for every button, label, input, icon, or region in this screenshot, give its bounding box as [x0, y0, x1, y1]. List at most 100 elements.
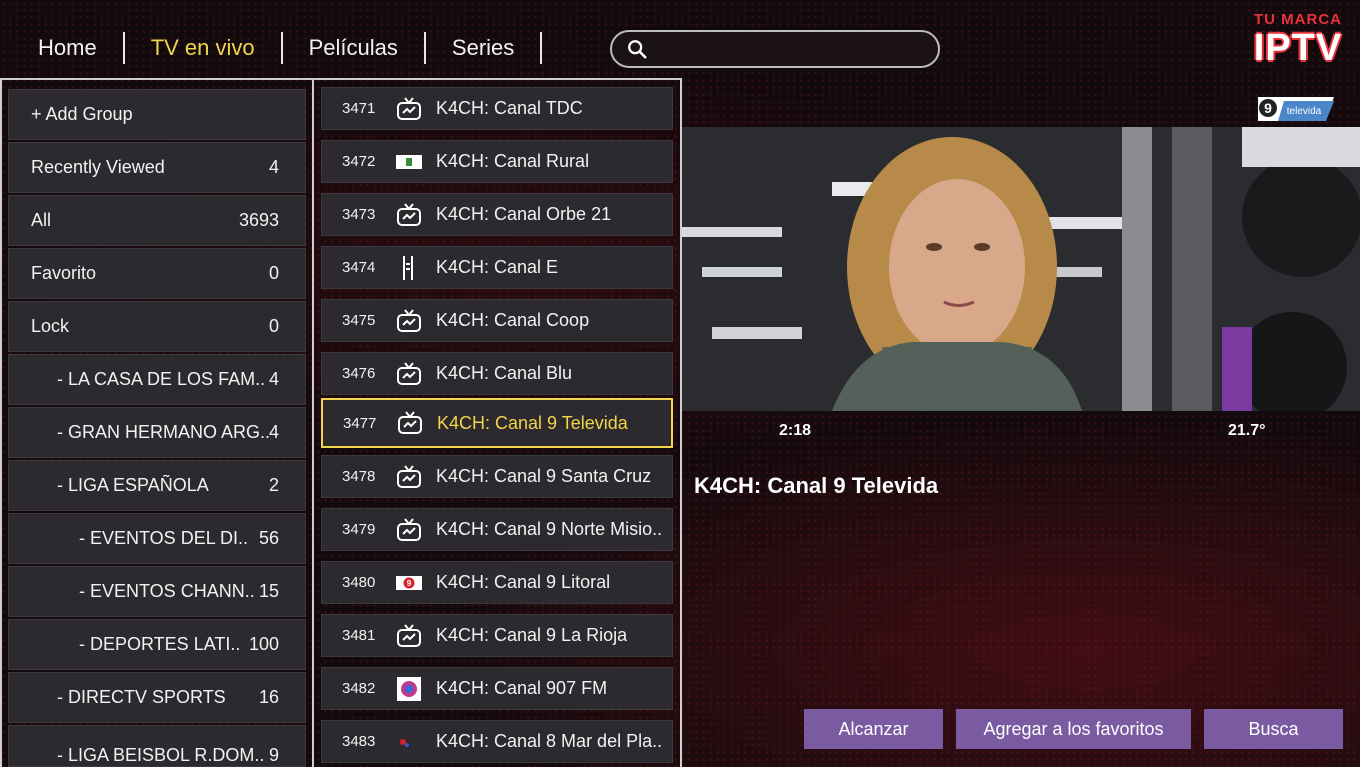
group-count: 9	[268, 745, 279, 765]
group-item-recently-viewed[interactable]: Recently Viewed 4	[8, 142, 306, 193]
channel-number: 3474	[342, 259, 376, 276]
channel-row[interactable]: 3476 K4CH: Canal Blu	[321, 352, 673, 395]
nav-separator	[423, 32, 426, 64]
group-count: 56	[258, 528, 279, 548]
channel-name: K4CH: Canal 9 Litoral	[436, 572, 611, 592]
group-item[interactable]: - LIGA BEISBOL R.DOM.. 9	[8, 725, 306, 767]
televida-logo: 9 televida	[1254, 95, 1336, 123]
channel-name: K4CH: Canal Coop	[436, 310, 590, 330]
channel-name: K4CH: Canal TDC	[436, 98, 583, 118]
channel-row[interactable]: 3473 K4CH: Canal Orbe 21	[321, 193, 673, 236]
brand-logo: TU MARCA IPTV	[1248, 11, 1348, 69]
channel-name: K4CH: Canal 9 La Rioja	[436, 625, 628, 645]
main-nav: Home TV en vivo Películas Series	[22, 30, 552, 66]
channel-number: 3482	[342, 680, 376, 697]
group-item[interactable]: - EVENTOS DEL DI.. 56	[8, 513, 306, 564]
svg-text:televida: televida	[1287, 106, 1322, 117]
program-time: 2:18	[779, 422, 812, 439]
channel-row[interactable]: 3472 K4CH: Canal Rural	[321, 140, 673, 183]
group-item-favorito[interactable]: Favorito 0	[8, 248, 306, 299]
group-count: 4	[268, 369, 279, 389]
channel-row[interactable]: 3475 K4CH: Canal Coop	[321, 299, 673, 342]
channel-name: K4CH: Canal Orbe 21	[436, 204, 612, 224]
video-preview[interactable]	[682, 127, 1360, 411]
group-label: + Add Group	[31, 104, 133, 124]
channel-number: 3476	[342, 365, 376, 382]
channel-row[interactable]: 3481 K4CH: Canal 9 La Rioja	[321, 614, 673, 657]
group-item[interactable]: - LIGA ESPAÑOLA 2	[8, 460, 306, 511]
group-count: 2	[268, 475, 279, 495]
channel-number: 3481	[342, 627, 376, 644]
channel-row[interactable]: 3483 K4CH: Canal 8 Mar del Pla..	[321, 720, 673, 763]
channel-row[interactable]: 3482 K4CH: Canal 907 FM	[321, 667, 673, 710]
group-item[interactable]: - EVENTOS CHANN.. 15	[8, 566, 306, 617]
group-label: Lock	[31, 316, 70, 336]
channel-number: 3479	[342, 521, 376, 538]
channel-name: K4CH: Canal Blu	[436, 363, 573, 383]
group-label: - LIGA BEISBOL R.DOM..	[57, 745, 265, 765]
channel-number: 3475	[342, 312, 376, 329]
channel-row[interactable]: 3479 K4CH: Canal 9 Norte Misio..	[321, 508, 673, 551]
group-label: - EVENTOS DEL DI..	[79, 528, 249, 548]
channel-name: K4CH: Canal 8 Mar del Pla..	[436, 731, 663, 751]
brand-top-text: TU MARCA	[1254, 11, 1342, 28]
tv-icon	[396, 202, 436, 227]
group-label: - GRAN HERMANO ARG..	[57, 422, 269, 442]
tv-icon	[396, 464, 436, 489]
group-item-all[interactable]: All 3693	[8, 195, 306, 246]
channel-row[interactable]: 3478 K4CH: Canal 9 Santa Cruz	[321, 455, 673, 498]
group-count: 4	[268, 422, 279, 442]
channel-number: 3473	[342, 206, 376, 223]
group-label: - LA CASA DE LOS FAM..	[57, 369, 266, 389]
canal-9-litoral-logo: 9	[396, 575, 436, 591]
channel-number: 3472	[342, 153, 376, 170]
tv-icon	[396, 623, 436, 648]
group-count: 15	[258, 581, 279, 601]
channel-name: K4CH: Canal Rural	[436, 151, 590, 171]
tv-icon	[396, 308, 436, 333]
search-button[interactable]: Busca	[1204, 709, 1343, 749]
group-count: 3693	[238, 210, 279, 230]
channel-name: K4CH: Canal 9 Televida	[437, 412, 628, 433]
reach-button[interactable]: Alcanzar	[804, 709, 943, 749]
nav-peliculas[interactable]: Películas	[293, 30, 414, 66]
group-item[interactable]: - DIRECTV SPORTS 16	[8, 672, 306, 723]
add-to-favorites-button[interactable]: Agregar a los favoritos	[956, 709, 1191, 749]
channel-row[interactable]: 3471 K4CH: Canal TDC	[321, 87, 673, 130]
group-item[interactable]: - GRAN HERMANO ARG.. 4	[8, 407, 306, 458]
group-count: 16	[258, 687, 279, 707]
group-label: All	[31, 210, 52, 230]
tv-icon	[397, 411, 437, 435]
nav-home[interactable]: Home	[22, 30, 113, 66]
add-group-button[interactable]: + Add Group	[8, 89, 306, 140]
group-label: - DEPORTES LATI..	[79, 634, 241, 654]
tv-icon	[396, 361, 436, 386]
channel-row[interactable]: 3474 K4CH: Canal E	[321, 246, 673, 289]
channel-number: 3480	[342, 574, 376, 591]
search-box[interactable]	[610, 30, 940, 68]
nav-series[interactable]: Series	[436, 30, 530, 66]
channel-row[interactable]: 3480 9 K4CH: Canal 9 Litoral	[321, 561, 673, 604]
now-playing-title: K4CH: Canal 9 Televida	[694, 473, 939, 498]
group-label: Recently Viewed	[31, 157, 165, 177]
tv-icon	[396, 96, 436, 121]
group-label: Favorito	[31, 263, 97, 283]
fm-907-logo	[396, 676, 436, 702]
group-label: - DIRECTV SPORTS	[57, 687, 226, 707]
group-item-lock[interactable]: Lock 0	[8, 301, 306, 352]
channel-name: K4CH: Canal E	[436, 257, 559, 277]
canal-8-logo	[396, 734, 436, 750]
search-icon[interactable]	[626, 38, 648, 60]
group-item[interactable]: - LA CASA DE LOS FAM.. 4	[8, 354, 306, 405]
frame-line	[312, 78, 314, 767]
group-item[interactable]: - DEPORTES LATI.. 100	[8, 619, 306, 670]
nav-tv-en-vivo[interactable]: TV en vivo	[135, 30, 271, 66]
nav-separator	[540, 32, 543, 64]
frame-line	[0, 78, 682, 80]
channel-name: K4CH: Canal 9 Norte Misio..	[436, 519, 663, 539]
channel-row-selected[interactable]: 3477 K4CH: Canal 9 Televida	[321, 398, 673, 448]
group-count: 100	[248, 634, 279, 654]
search-input[interactable]	[656, 36, 926, 62]
group-label: - LIGA ESPAÑOLA	[57, 475, 209, 495]
channel-name: K4CH: Canal 9 Santa Cruz	[436, 466, 652, 486]
